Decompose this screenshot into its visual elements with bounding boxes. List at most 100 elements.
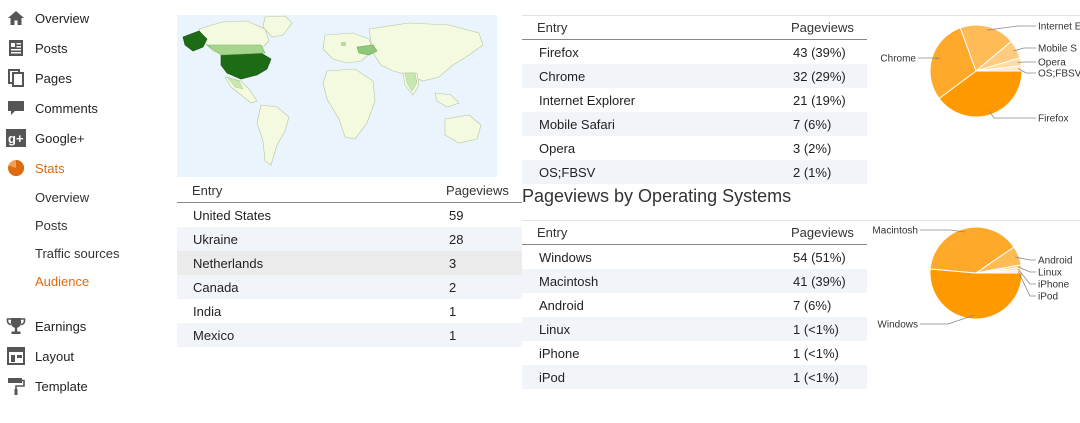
table-row[interactable]: Chrome 32 (29%) bbox=[522, 64, 867, 88]
row-pageviews: 2 (1%) bbox=[793, 165, 832, 180]
row-entry: Netherlands bbox=[193, 256, 264, 271]
row-pageviews: 41 (39%) bbox=[793, 274, 846, 289]
stats-subitem-traffic-sources[interactable]: Traffic sources bbox=[35, 243, 120, 263]
sidebar-item-pages[interactable]: Pages bbox=[0, 66, 72, 90]
table-row[interactable]: Netherlands 3 bbox=[177, 251, 522, 275]
table-row[interactable]: Windows 54 (51%) bbox=[522, 245, 867, 269]
table-row[interactable]: Firefox 43 (39%) bbox=[522, 40, 867, 64]
pie-slice-windows[interactable] bbox=[929, 268, 1023, 320]
sidebar-item-layout[interactable]: Layout bbox=[0, 344, 74, 368]
row-pageviews: 1 (<1%) bbox=[793, 322, 839, 337]
stats-subitem-posts[interactable]: Posts bbox=[35, 215, 68, 235]
pie-label: Android bbox=[1038, 256, 1072, 267]
table-row[interactable]: Macintosh 41 (39%) bbox=[522, 269, 867, 293]
row-pageviews: 54 (51%) bbox=[793, 250, 846, 265]
table-row[interactable]: Mexico 1 bbox=[177, 323, 522, 347]
row-pageviews: 1 (<1%) bbox=[793, 370, 839, 385]
table-row[interactable]: Ukraine 28 bbox=[177, 227, 522, 251]
sidebar-item-label: Overview bbox=[35, 10, 90, 26]
countries-table: Entry Pageviews United States 59 Ukraine 2… bbox=[177, 179, 522, 347]
row-pageviews: 7 (6%) bbox=[793, 298, 832, 313]
row-entry: OS;FBSV bbox=[539, 165, 596, 180]
row-entry: Android bbox=[539, 298, 584, 313]
column-header-pageviews[interactable]: Pageviews bbox=[446, 183, 509, 198]
table-row[interactable]: Linux 1 (<1%) bbox=[522, 317, 867, 341]
table-header: Entry Pageviews bbox=[522, 16, 867, 40]
pie-label: OS;FBSV bbox=[1038, 69, 1080, 80]
google-plus-icon: g+ bbox=[6, 128, 26, 148]
browser-pie-chart[interactable]: Firefox Chrome Internet E Mobile S OperaOS;F… bbox=[868, 10, 1080, 135]
row-entry: Mobile Safari bbox=[539, 117, 615, 132]
table-row[interactable]: Android 7 (6%) bbox=[522, 293, 867, 317]
row-pageviews: 2 bbox=[449, 280, 457, 295]
row-entry: Chrome bbox=[539, 69, 586, 84]
pie-label: iPhone bbox=[1038, 280, 1070, 291]
sidebar-item-label: Comments bbox=[35, 100, 98, 116]
row-entry: India bbox=[193, 304, 222, 319]
table-row[interactable]: iPhone 1 (<1%) bbox=[522, 341, 867, 365]
row-entry: iPod bbox=[539, 370, 566, 385]
column-header-entry[interactable]: Entry bbox=[537, 20, 567, 35]
row-pageviews: 1 (<1%) bbox=[793, 346, 839, 361]
sidebar-item-overview[interactable]: Overview bbox=[0, 6, 89, 30]
table-row[interactable]: Internet Explorer 21 (19%) bbox=[522, 88, 867, 112]
trophy-icon bbox=[6, 316, 26, 336]
pie-leader-line bbox=[986, 25, 1036, 31]
pie-leader-line bbox=[918, 57, 941, 60]
row-pageviews: 43 (39%) bbox=[793, 45, 846, 60]
sidebar-item-comments[interactable]: Comments bbox=[0, 96, 98, 120]
os-table: Entry Pageviews Windows 54 (51%) Macintos… bbox=[522, 221, 867, 389]
table-row[interactable]: Mobile Safari 7 (6%) bbox=[522, 112, 867, 136]
pie-label: Linux bbox=[1038, 268, 1062, 279]
sidebar-item-google-plus[interactable]: g+ Google+ bbox=[0, 126, 85, 150]
pie-label: iPod bbox=[1038, 292, 1058, 303]
comments-icon bbox=[6, 98, 26, 118]
pie-label: Opera bbox=[1038, 58, 1066, 69]
column-header-entry[interactable]: Entry bbox=[192, 183, 222, 198]
row-entry: United States bbox=[193, 208, 272, 223]
row-entry: Macintosh bbox=[539, 274, 599, 289]
row-pageviews: 1 bbox=[449, 328, 457, 343]
column-header-pageviews[interactable]: Pageviews bbox=[791, 225, 854, 240]
row-entry: iPhone bbox=[539, 346, 580, 361]
pie-label: Internet E bbox=[1038, 22, 1080, 33]
stats-subitem-audience[interactable]: Audience bbox=[35, 271, 89, 291]
pie-label: Mobile S bbox=[1038, 44, 1077, 55]
row-entry: Internet Explorer bbox=[539, 93, 636, 108]
table-row[interactable]: United States 59 bbox=[177, 203, 522, 227]
row-pageviews: 32 (29%) bbox=[793, 69, 846, 84]
svg-text:g+: g+ bbox=[8, 131, 24, 146]
column-header-entry[interactable]: Entry bbox=[537, 225, 567, 240]
row-entry: Canada bbox=[193, 280, 239, 295]
sidebar-item-label: Google+ bbox=[35, 130, 85, 146]
table-row[interactable]: OS;FBSV 2 (1%) bbox=[522, 160, 867, 184]
table-row[interactable]: Opera 3 (2%) bbox=[522, 136, 867, 160]
world-map[interactable] bbox=[177, 15, 497, 177]
sidebar: Overview Posts Pages Comments g+ Google+… bbox=[0, 0, 165, 423]
row-pageviews: 7 (6%) bbox=[793, 117, 832, 132]
pie-label: Macintosh bbox=[872, 226, 918, 237]
sidebar-item-stats[interactable]: Stats bbox=[0, 156, 65, 180]
sidebar-item-posts[interactable]: Posts bbox=[0, 36, 68, 60]
row-entry: Opera bbox=[539, 141, 576, 156]
row-pageviews: 3 bbox=[449, 256, 457, 271]
column-header-pageviews[interactable]: Pageviews bbox=[791, 20, 854, 35]
sidebar-item-template[interactable]: Template bbox=[0, 374, 88, 398]
row-entry: Windows bbox=[539, 250, 592, 265]
sidebar-item-label: Pages bbox=[35, 70, 72, 86]
os-pie-chart[interactable]: Windows Macintosh AndroidLinuxiPhoneiPod bbox=[862, 218, 1080, 338]
table-row[interactable]: India 1 bbox=[177, 299, 522, 323]
stats-subitem-overview[interactable]: Overview bbox=[35, 187, 89, 207]
sidebar-item-label: Posts bbox=[35, 40, 68, 56]
pie-label: Windows bbox=[877, 320, 918, 331]
layout-icon bbox=[6, 346, 26, 366]
table-header: Entry Pageviews bbox=[522, 221, 867, 245]
table-row[interactable]: Canada 2 bbox=[177, 275, 522, 299]
row-pageviews: 3 (2%) bbox=[793, 141, 832, 156]
os-section-title: Pageviews by Operating Systems bbox=[522, 186, 792, 206]
row-entry: Linux bbox=[539, 322, 571, 337]
sidebar-item-earnings[interactable]: Earnings bbox=[0, 314, 86, 338]
sidebar-item-label: Layout bbox=[35, 348, 75, 364]
table-row[interactable]: iPod 1 (<1%) bbox=[522, 365, 867, 389]
paint-roller-icon bbox=[6, 376, 26, 396]
